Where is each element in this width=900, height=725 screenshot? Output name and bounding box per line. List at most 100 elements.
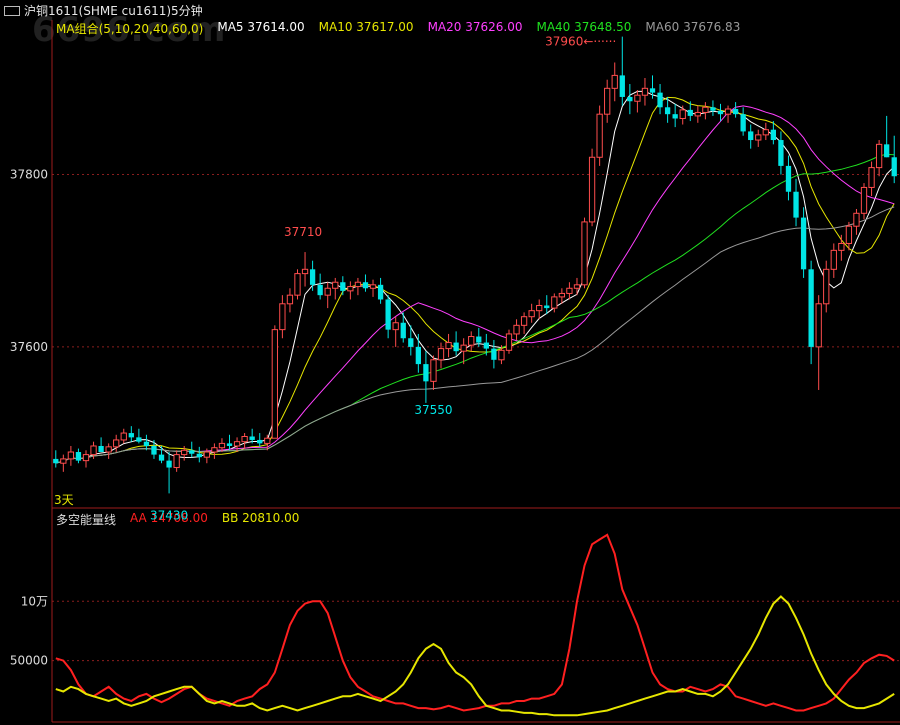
candle-body-up [588, 156, 596, 223]
candle [166, 452, 172, 494]
candle [340, 276, 346, 296]
candle-body-down [793, 191, 799, 218]
candle [830, 243, 837, 278]
candle-body-down [226, 443, 233, 446]
candle [143, 434, 150, 451]
candles [53, 36, 897, 494]
candle [815, 295, 822, 390]
ma40-line [55, 153, 895, 464]
kline-chart[interactable]: 37960←······ 37710 37430 37550 3天 37600 37800… [0, 0, 900, 725]
candle [536, 299, 543, 320]
candle-body-up [860, 186, 868, 214]
candle [619, 36, 625, 106]
candle-body-down [657, 92, 663, 108]
candle [286, 288, 294, 313]
candle-body-up [67, 451, 75, 460]
candle-body-up [294, 273, 301, 296]
candle [98, 437, 104, 453]
candle [53, 450, 59, 468]
low-label: 37430 [150, 508, 188, 522]
candle [641, 77, 649, 106]
candle-body-down [800, 217, 807, 270]
candle-body-up [520, 316, 528, 326]
candle-body-up [823, 268, 830, 305]
candle-body-up [105, 446, 112, 453]
candle-body-down [249, 436, 255, 440]
candle-body-down [770, 129, 777, 141]
candle-body-down [340, 282, 346, 291]
candle-body-up [838, 242, 845, 251]
candle-body-up [82, 454, 90, 462]
candle [271, 325, 278, 439]
candle [82, 450, 90, 468]
candle [762, 122, 769, 141]
ma5-line [55, 90, 895, 464]
candle-body-down [415, 346, 421, 365]
candle-body-up [301, 268, 309, 275]
candle-body-up [468, 336, 475, 346]
candle [332, 277, 339, 300]
candle-body-up [218, 442, 226, 449]
candle [120, 428, 127, 444]
candle-body-up [845, 225, 853, 244]
candle [158, 445, 165, 464]
candle-body-up [460, 344, 467, 352]
candle [369, 279, 377, 297]
candle-body-up [437, 348, 445, 361]
candle-body-down [75, 452, 82, 461]
candle [347, 281, 354, 300]
y-tick-label: 37800 [10, 168, 48, 182]
candle [778, 131, 784, 175]
candle-body-down [740, 114, 746, 132]
candle [732, 102, 739, 118]
candle [634, 90, 641, 113]
day-marker: 3天 [54, 493, 74, 507]
candle-body-up [611, 74, 618, 89]
candle [309, 260, 316, 291]
candle-body-up [369, 284, 377, 289]
candle [657, 84, 663, 115]
candle-body-down [385, 299, 391, 330]
candle [604, 79, 611, 123]
candle-body-up [528, 310, 535, 318]
candle [226, 434, 233, 451]
candle-body-down [717, 110, 724, 115]
candle [823, 260, 830, 313]
candle-body-up [332, 281, 339, 289]
candle-body-down [476, 336, 482, 343]
candle-body-up [815, 303, 822, 348]
candle-body-down [309, 269, 316, 285]
candle-body-up [875, 143, 883, 169]
candle-body-down [778, 140, 784, 166]
candle-body-up [498, 349, 505, 361]
candle-body-up [233, 441, 241, 447]
candle-body-up [558, 292, 566, 298]
candle [317, 273, 323, 300]
candle-body-down [732, 109, 739, 115]
candle [596, 105, 603, 166]
candle-body-up [392, 322, 399, 331]
candle [60, 454, 67, 472]
candle-body-up [641, 87, 649, 96]
candle-body-down [808, 269, 814, 347]
candle [233, 437, 241, 453]
candle-body-up [271, 329, 278, 439]
candle-body-up [264, 437, 271, 444]
candle-body-up [347, 286, 354, 292]
candle-body-down [196, 453, 202, 458]
candle [702, 102, 709, 120]
candle [755, 129, 762, 147]
candle [520, 312, 528, 334]
candle [196, 446, 202, 463]
candle [581, 217, 588, 289]
candle [453, 331, 459, 356]
candle [423, 351, 429, 403]
candle [505, 329, 513, 354]
candle-body-up [702, 106, 709, 113]
candle-body-up [551, 296, 558, 309]
candle [853, 208, 860, 235]
candle [362, 274, 369, 292]
candle [491, 339, 497, 369]
candle [875, 140, 883, 177]
candle-body-up [513, 324, 520, 335]
